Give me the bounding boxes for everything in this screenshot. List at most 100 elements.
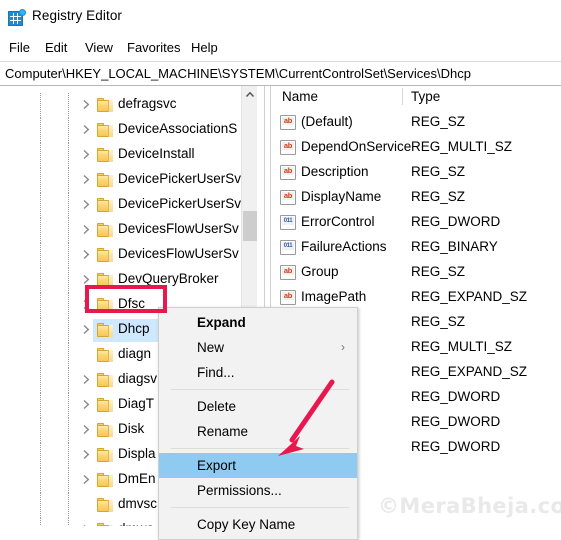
context-menu-item-label: Rename — [197, 424, 249, 439]
tree-guide-line — [68, 243, 69, 268]
tree-item[interactable]: DeviceInstall — [0, 143, 250, 168]
context-menu-item-label: Export — [197, 458, 237, 473]
chevron-right-icon[interactable] — [82, 474, 91, 485]
tree-item-label: DmEn — [118, 471, 156, 486]
value-row[interactable]: ab Description REG_SZ — [271, 161, 561, 186]
chevron-right-icon[interactable] — [82, 149, 91, 160]
site-watermark: ©MeraBheja.com — [378, 494, 561, 518]
context-menu-item-export[interactable]: Export — [159, 453, 357, 478]
tree-guide-line — [68, 118, 69, 143]
value-type: REG_SZ — [411, 314, 466, 329]
tree-guide-line — [68, 393, 69, 418]
value-row[interactable]: ab DisplayName REG_SZ — [271, 186, 561, 211]
tree-guide-line — [40, 318, 41, 343]
menu-item-favorites[interactable]: Favorites — [124, 39, 183, 56]
chevron-right-icon[interactable] — [82, 324, 91, 335]
address-bar[interactable]: Computer\HKEY_LOCAL_MACHINE\SYSTEM\Curre… — [0, 61, 561, 86]
chevron-right-icon[interactable] — [82, 374, 91, 385]
chevron-right-icon[interactable] — [82, 399, 91, 410]
tree-item[interactable]: DevicePickerUserSv — [0, 193, 250, 218]
tree-guide-line — [68, 368, 69, 393]
chevron-right-icon[interactable] — [82, 99, 91, 110]
tree-item[interactable]: defragsvc — [0, 93, 250, 118]
string-value-icon: ab — [280, 290, 296, 305]
registry-path: Computer\HKEY_LOCAL_MACHINE\SYSTEM\Curre… — [5, 66, 471, 81]
folder-icon — [97, 423, 113, 437]
tree-guide-line — [40, 143, 41, 168]
value-type: REG_BINARY — [411, 239, 498, 254]
value-type: REG_SZ — [411, 189, 466, 204]
chevron-right-icon[interactable] — [82, 249, 91, 260]
value-type: REG_SZ — [411, 114, 466, 129]
scrollbar-thumb[interactable] — [243, 211, 257, 241]
value-type: REG_DWORD — [411, 389, 501, 404]
context-menu[interactable]: Expand New › Find... Delete Rename Export Permi… — [158, 307, 358, 540]
chevron-right-icon[interactable] — [82, 124, 91, 135]
tree-guide-line — [68, 143, 69, 168]
tree-item-label: Dfsc — [118, 296, 145, 311]
chevron-right-icon[interactable] — [82, 424, 91, 435]
value-row[interactable]: 011 FailureActions REG_BINARY — [271, 236, 561, 261]
chevron-right-icon[interactable] — [82, 449, 91, 460]
tree-guide-line — [40, 243, 41, 268]
tree-guide-line — [40, 343, 41, 368]
chevron-right-icon[interactable] — [82, 224, 91, 235]
menu-separator — [171, 448, 349, 449]
menu-item-help[interactable]: Help — [188, 39, 221, 56]
value-type: REG_DWORD — [411, 439, 501, 454]
tree-item-label: defragsvc — [118, 96, 177, 111]
value-row[interactable]: ab DependOnService REG_MULTI_SZ — [271, 136, 561, 161]
context-menu-item-new[interactable]: New › — [159, 335, 357, 360]
menu-item-view[interactable]: View — [82, 39, 116, 56]
tree-item-label: dmvsc — [118, 496, 158, 511]
tree-item[interactable]: DevQueryBroker — [0, 268, 250, 293]
folder-icon — [97, 498, 113, 512]
value-type: REG_SZ — [411, 264, 466, 279]
value-type: REG_DWORD — [411, 414, 501, 429]
tree-guide-line — [68, 168, 69, 193]
column-divider[interactable] — [402, 88, 403, 105]
tree-item-label: DevQueryBroker — [118, 271, 219, 286]
column-header-type[interactable]: Type — [411, 89, 440, 104]
string-value-icon: ab — [280, 190, 296, 205]
tree-item[interactable]: DeviceAssociationS — [0, 118, 250, 143]
chevron-right-icon[interactable] — [82, 524, 91, 526]
value-type: REG_MULTI_SZ — [411, 339, 513, 354]
column-header-name[interactable]: Name — [282, 89, 318, 104]
context-menu-item-label: New — [197, 340, 225, 355]
value-name: (Default) — [301, 114, 353, 129]
context-menu-item-rename[interactable]: Rename — [159, 419, 357, 444]
value-type: REG_MULTI_SZ — [411, 139, 513, 154]
chevron-right-icon[interactable] — [82, 174, 91, 185]
tree-item-label: DevicesFlowUserSv — [118, 221, 239, 236]
chevron-right-icon[interactable] — [82, 199, 91, 210]
tree-guide-line — [68, 218, 69, 243]
folder-icon — [97, 173, 113, 187]
chevron-right-icon[interactable] — [82, 274, 91, 285]
tree-item-label: Dhcp — [118, 321, 150, 336]
tree-guide-line — [68, 493, 69, 518]
value-type: REG_EXPAND_SZ — [411, 289, 528, 304]
context-menu-item-delete[interactable]: Delete — [159, 394, 357, 419]
menu-item-file[interactable]: File — [6, 39, 33, 56]
tree-item[interactable]: DevicesFlowUserSv — [0, 243, 250, 268]
value-type: REG_DWORD — [411, 214, 501, 229]
tree-guide-line — [68, 318, 69, 343]
context-menu-item-expand[interactable]: Expand — [159, 310, 357, 335]
tree-item-label: Displa — [118, 446, 156, 461]
chevron-up-icon[interactable] — [242, 86, 257, 103]
tree-item[interactable]: DevicePickerUserSv — [0, 168, 250, 193]
value-row[interactable]: ab Group REG_SZ — [271, 261, 561, 286]
tree-item-label: DevicePickerUserSv — [118, 196, 242, 211]
menu-item-edit[interactable]: Edit — [42, 39, 70, 56]
context-menu-item-permissions[interactable]: Permissions... — [159, 478, 357, 503]
binary-value-icon: 011 — [280, 215, 296, 230]
tree-item[interactable]: DevicesFlowUserSv — [0, 218, 250, 243]
list-column-header[interactable]: Name Type — [271, 86, 561, 108]
context-menu-item-find[interactable]: Find... — [159, 360, 357, 385]
tree-guide-line — [68, 93, 69, 118]
chevron-right-icon[interactable] — [82, 299, 91, 310]
value-row[interactable]: ab (Default) REG_SZ — [271, 111, 561, 136]
value-row[interactable]: 011 ErrorControl REG_DWORD — [271, 211, 561, 236]
tree-guide-line — [40, 118, 41, 143]
